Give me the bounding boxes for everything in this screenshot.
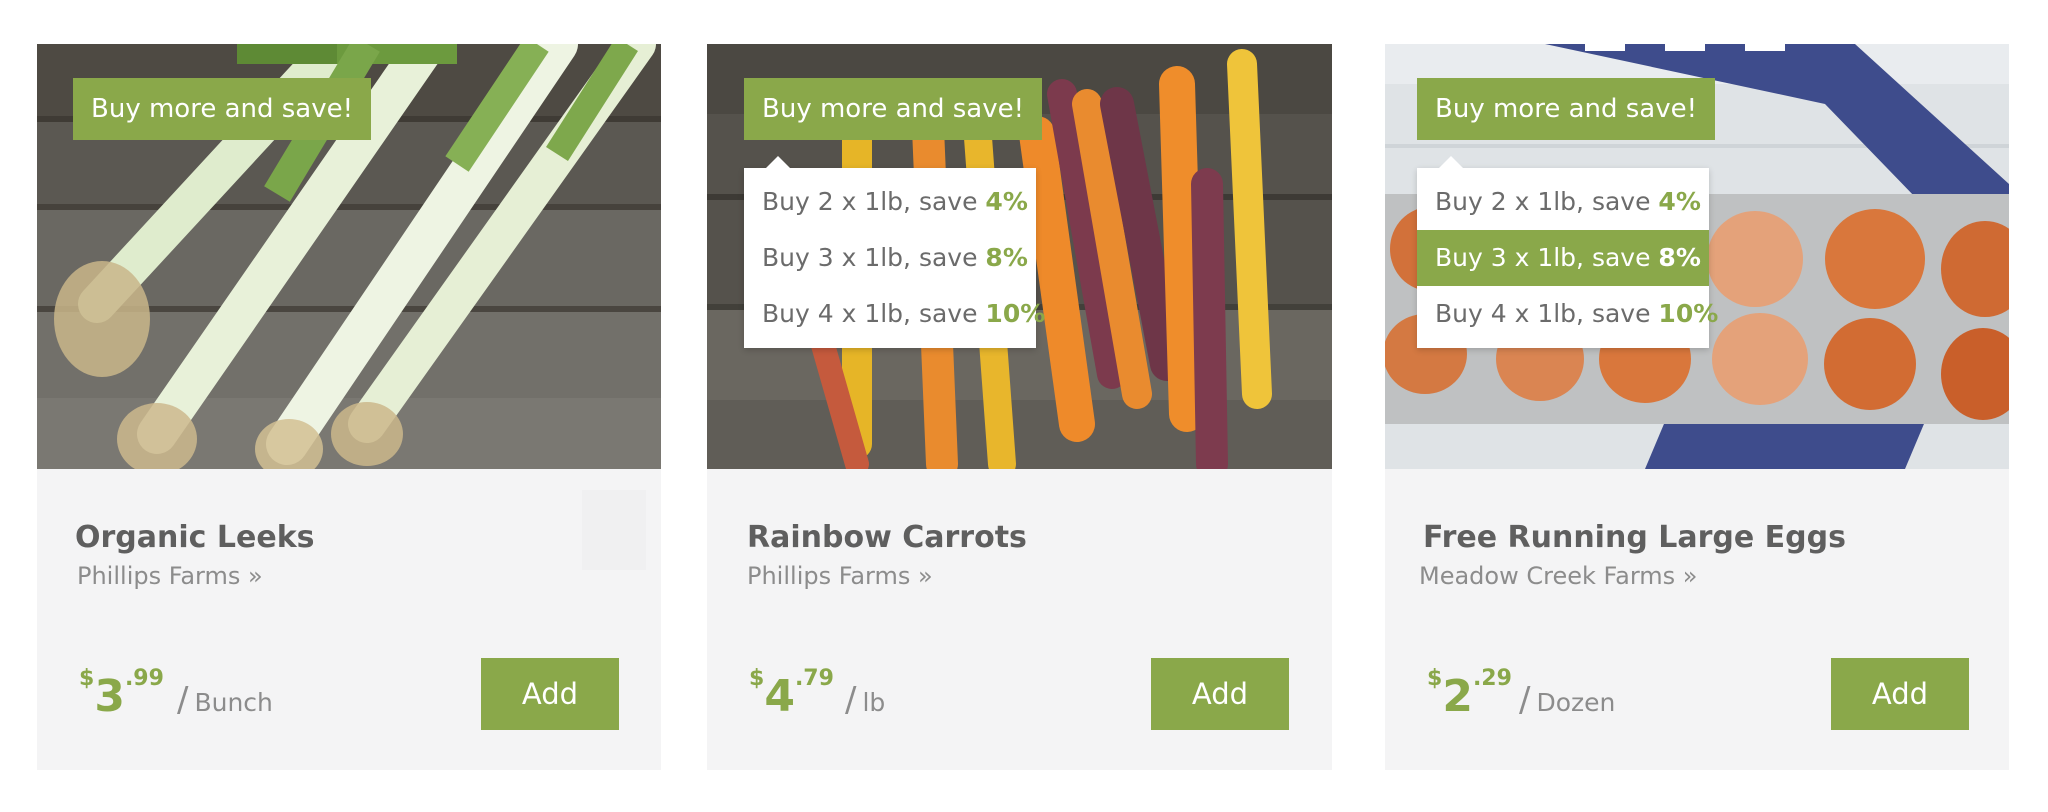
tier-text: Buy 2 x 1lb, save xyxy=(1435,187,1659,216)
farm-link[interactable]: Meadow Creek Farms » xyxy=(1419,562,1697,590)
unit-label: Bunch xyxy=(194,688,273,717)
price-unit: / lb xyxy=(845,680,885,720)
price: $3.99 xyxy=(79,666,164,722)
product-card: Buy more and save! Buy 2 x 1lb, save 4% … xyxy=(1385,44,2009,770)
tier-option[interactable]: Buy 4 x 1lb, save 10% xyxy=(744,286,1045,342)
price-unit: / Dozen xyxy=(1519,680,1615,720)
promo-badge[interactable]: Buy more and save! xyxy=(744,78,1043,140)
tier-option[interactable]: Buy 4 x 1lb, save 10% xyxy=(1417,286,1718,342)
product-card: Buy more and save! Buy 2 x 1lb, save 4% … xyxy=(707,44,1332,770)
product-card: Buy more and save! Organic Leeks Phillip… xyxy=(37,44,661,770)
tier-percent: 10% xyxy=(1658,299,1719,328)
add-button[interactable]: Add xyxy=(481,658,619,730)
price: $2.29 xyxy=(1427,666,1512,722)
tier-percent: 4% xyxy=(985,187,1028,216)
unit-label: Dozen xyxy=(1536,688,1616,717)
price-dollars: 4 xyxy=(764,671,795,722)
price-separator: / xyxy=(177,680,189,720)
price-dollars: 3 xyxy=(94,671,125,722)
price-dollars: 2 xyxy=(1442,671,1473,722)
discount-tiers-popover: Buy 2 x 1lb, save 4% Buy 3 x 1lb, save 8… xyxy=(744,156,1045,348)
discount-tiers-popover: Buy 2 x 1lb, save 4% Buy 3 x 1lb, save 8… xyxy=(1417,156,1718,348)
price-separator: / xyxy=(1519,680,1531,720)
tier-text: Buy 3 x 1lb, save xyxy=(1435,243,1659,272)
price: $4.79 xyxy=(749,666,834,722)
tier-option[interactable]: Buy 2 x 1lb, save 4% xyxy=(744,174,1036,230)
placeholder-box xyxy=(582,490,646,570)
tier-option[interactable]: Buy 2 x 1lb, save 4% xyxy=(1417,174,1709,230)
price-currency: $ xyxy=(749,666,765,691)
unit-label: lb xyxy=(862,688,886,717)
add-button[interactable]: Add xyxy=(1151,658,1289,730)
price-separator: / xyxy=(845,680,857,720)
price-cents: .29 xyxy=(1472,666,1512,691)
farm-link[interactable]: Phillips Farms » xyxy=(747,562,933,590)
product-name[interactable]: Free Running Large Eggs xyxy=(1423,520,1846,555)
farm-link[interactable]: Phillips Farms » xyxy=(77,562,263,590)
tier-percent: 8% xyxy=(1658,243,1701,272)
tier-percent: 10% xyxy=(985,299,1046,328)
price-currency: $ xyxy=(1427,666,1443,691)
product-name[interactable]: Rainbow Carrots xyxy=(747,520,1027,555)
product-name[interactable]: Organic Leeks xyxy=(75,520,315,555)
tier-option-selected[interactable]: Buy 3 x 1lb, save 8% xyxy=(1417,230,1709,286)
price-cents: .79 xyxy=(794,666,834,691)
price-currency: $ xyxy=(79,666,95,691)
tier-text: Buy 4 x 1lb, save xyxy=(762,299,986,328)
tier-percent: 8% xyxy=(985,243,1028,272)
add-button[interactable]: Add xyxy=(1831,658,1969,730)
promo-badge[interactable]: Buy more and save! xyxy=(1417,78,1716,140)
price-cents: .99 xyxy=(124,666,164,691)
promo-badge[interactable]: Buy more and save! xyxy=(73,78,372,140)
tier-option[interactable]: Buy 3 x 1lb, save 8% xyxy=(744,230,1036,286)
tier-text: Buy 4 x 1lb, save xyxy=(1435,299,1659,328)
tier-percent: 4% xyxy=(1658,187,1701,216)
tier-text: Buy 3 x 1lb, save xyxy=(762,243,986,272)
tier-text: Buy 2 x 1lb, save xyxy=(762,187,986,216)
price-unit: / Bunch xyxy=(177,680,273,720)
